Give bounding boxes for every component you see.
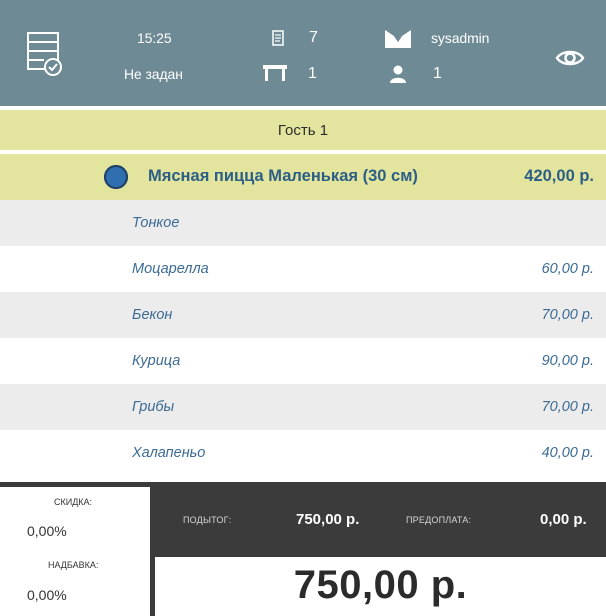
modifier-price: 70,00 р. (541, 399, 594, 415)
prepay-label: ПРЕДОПЛАТА: (406, 515, 472, 525)
waiter-badge-icon (385, 30, 411, 48)
order-total: 750,00 р. (293, 563, 468, 607)
modifier-price: 60,00 р. (541, 261, 594, 277)
item-name: Мясная пицца Маленькая (30 см) (148, 167, 418, 185)
prepay-value: 0,00 р. (540, 511, 587, 528)
modifier-list: Тонкое Моцарелла 60,00 р. Бекон 70,00 р.… (0, 200, 606, 476)
total-panel: 750,00 р. (155, 557, 606, 616)
modifier-row[interactable]: Халапеньо 40,00 р. (0, 430, 606, 476)
order-list-check-icon[interactable] (24, 30, 64, 78)
discount-value: 0,00% (27, 523, 67, 539)
modifier-row[interactable]: Грибы 70,00 р. (0, 384, 606, 430)
table-icon (263, 65, 287, 81)
guest-count: 1 (433, 65, 442, 82)
order-header: 15:25 Не задан 7 1 sysadmin 1 (0, 0, 606, 106)
modifier-name: Моцарелла (132, 261, 209, 277)
order-count: 7 (309, 29, 318, 46)
person-icon (390, 65, 406, 83)
order-item-row[interactable]: Мясная пицца Маленькая (30 см) 420,00 р. (0, 154, 606, 200)
markup-value: 0,00% (27, 587, 67, 603)
item-selected-radio[interactable] (104, 165, 128, 189)
order-time: 15:25 (137, 30, 172, 46)
modifier-name: Курица (132, 353, 181, 369)
modifier-price: 40,00 р. (541, 445, 594, 461)
user-name: sysadmin (431, 30, 490, 46)
eye-icon[interactable] (555, 48, 585, 68)
modifier-name: Бекон (132, 307, 173, 323)
table-count: 1 (308, 65, 317, 82)
subtotal-value: 750,00 р. (296, 511, 360, 528)
guest-header[interactable]: Гость 1 (0, 110, 606, 150)
modifier-row[interactable]: Курица 90,00 р. (0, 338, 606, 384)
subtotal-label: ПОДЫТОГ: (183, 515, 232, 525)
modifier-price: 90,00 р. (541, 353, 594, 369)
modifier-name: Тонкое (132, 215, 180, 231)
modifier-name: Халапеньо (132, 445, 206, 461)
modifier-name: Грибы (132, 399, 175, 415)
modifier-row[interactable]: Бекон 70,00 р. (0, 292, 606, 338)
order-screen: 15:25 Не задан 7 1 sysadmin 1 Гость 1 Мя… (0, 0, 606, 616)
discount-panel[interactable]: СКИДКА: 0,00% НАДБАВКА: 0,00% (0, 487, 150, 616)
modifier-price: 70,00 р. (541, 307, 594, 323)
order-status: Не задан (124, 66, 183, 82)
item-price: 420,00 р. (524, 167, 594, 185)
receipt-icon (272, 30, 284, 46)
discount-label: СКИДКА: (54, 497, 93, 507)
modifier-row[interactable]: Моцарелла 60,00 р. (0, 246, 606, 292)
modifier-row[interactable]: Тонкое (0, 200, 606, 246)
